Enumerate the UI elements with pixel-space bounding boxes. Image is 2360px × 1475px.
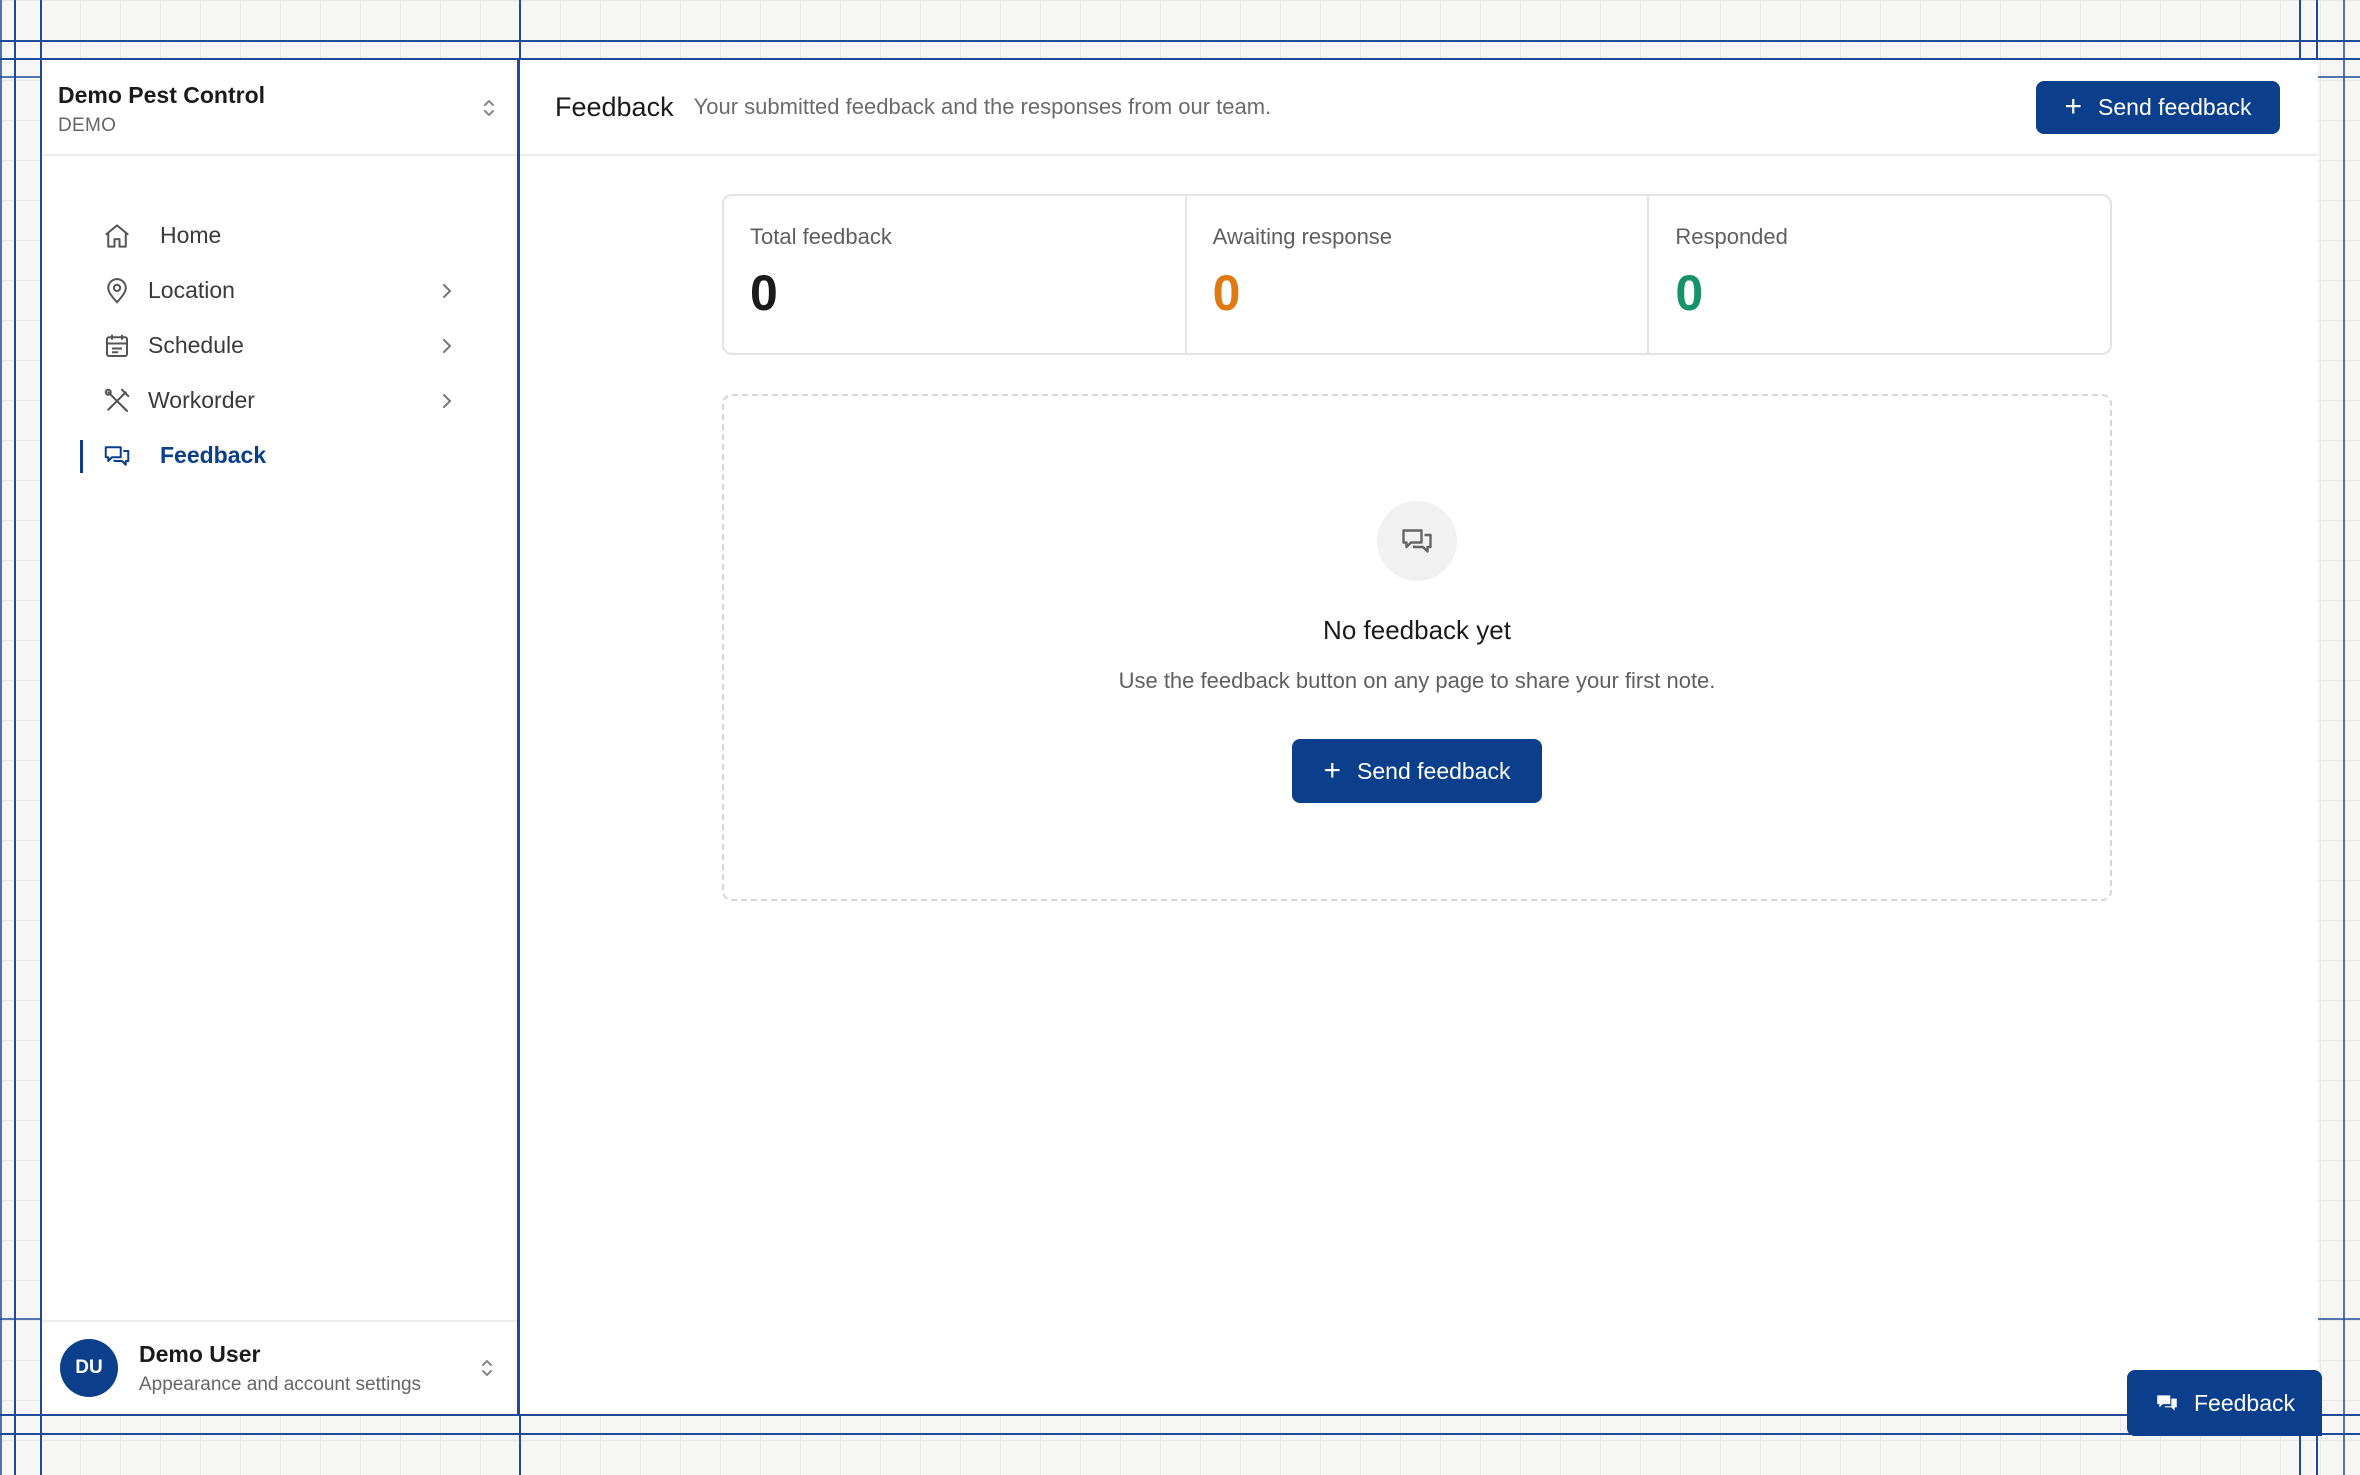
chat-bubbles-icon <box>1377 501 1457 581</box>
sidebar-item-location[interactable]: Location <box>42 263 517 318</box>
send-feedback-button[interactable]: + Send feedback <box>1292 739 1542 803</box>
sidebar-item-schedule[interactable]: Schedule <box>42 318 517 373</box>
main-content: Feedback Your submitted feedback and the… <box>520 60 2318 1414</box>
chat-bubbles-icon <box>2157 1395 2177 1411</box>
guide-line <box>14 0 16 1475</box>
home-icon <box>105 223 129 248</box>
sidebar-item-home[interactable]: Home <box>42 208 517 263</box>
guide-line <box>0 0 2 1475</box>
stat-total: Total feedback 0 <box>724 196 1187 353</box>
map-pin-icon <box>107 277 127 304</box>
stats-panel: Total feedback 0 Awaiting response 0 Res… <box>722 194 2112 355</box>
sidebar-item-label: Feedback <box>160 442 267 468</box>
org-switcher[interactable]: Demo Pest Control DEMO <box>42 60 517 156</box>
plus-icon: + <box>2064 90 2083 123</box>
stat-label: Responded <box>1675 224 1788 249</box>
sidebar: Demo Pest Control DEMO Home Location Sch… <box>42 60 520 1414</box>
user-menu[interactable]: DU Demo User Appearance and account sett… <box>42 1320 517 1414</box>
chevron-right-icon <box>443 393 452 408</box>
user-name: Demo User <box>139 1340 261 1367</box>
empty-state-title: No feedback yet <box>1323 615 1511 645</box>
sidebar-item-label: Location <box>148 277 235 303</box>
guide-line <box>0 40 2360 42</box>
stat-awaiting: Awaiting response 0 <box>1187 196 1650 353</box>
plus-icon: + <box>1323 754 1342 787</box>
empty-state-subtitle: Use the feedback button on any page to s… <box>1118 668 1716 693</box>
tools-icon <box>104 388 130 412</box>
guide-line <box>0 1433 2360 1435</box>
avatar: DU <box>60 1339 118 1397</box>
stat-label: Awaiting response <box>1212 224 1393 249</box>
user-subtitle: Appearance and account settings <box>139 1373 422 1395</box>
sidebar-item-feedback[interactable]: Feedback <box>42 428 517 483</box>
chevron-updown-icon <box>484 100 494 116</box>
stat-value: 0 <box>1212 265 1241 321</box>
sidebar-item-label: Home <box>160 222 222 248</box>
chat-bubbles-icon <box>104 445 130 466</box>
sidebar-item-label: Workorder <box>148 387 255 413</box>
empty-state: No feedback yet Use the feedback button … <box>722 394 2112 901</box>
app-window: Demo Pest Control DEMO Home Location Sch… <box>42 60 2318 1414</box>
stat-label: Total feedback <box>750 224 892 249</box>
org-text: Demo Pest Control DEMO <box>58 82 265 137</box>
send-feedback-button[interactable]: + Send feedback <box>2036 80 2280 134</box>
org-subtitle: DEMO <box>58 115 117 136</box>
stat-value: 0 <box>1675 265 1704 321</box>
send-feedback-label: Send feedback <box>1357 757 1511 784</box>
send-feedback-label: Send feedback <box>2098 93 2252 120</box>
sidebar-item-label: Schedule <box>148 332 244 358</box>
user-text: Demo User Appearance and account setting… <box>139 1341 477 1396</box>
chevron-right-icon <box>443 338 452 353</box>
sidebar-item-workorder[interactable]: Workorder <box>42 373 517 428</box>
floating-feedback-label: Feedback <box>2193 1389 2295 1416</box>
guide-line <box>2343 0 2345 1475</box>
page-header: Feedback Your submitted feedback and the… <box>520 60 2318 156</box>
page-subtitle: Your submitted feedback and the response… <box>693 94 1272 119</box>
stat-responded: Responded 0 <box>1649 196 2110 353</box>
chevron-right-icon <box>443 283 452 298</box>
page-title: Feedback <box>555 91 674 122</box>
floating-feedback-button[interactable]: Feedback <box>2127 1370 2322 1436</box>
calendar-icon <box>106 334 128 357</box>
guide-line <box>0 1414 2360 1416</box>
stat-value: 0 <box>750 265 778 321</box>
org-name: Demo Pest Control <box>58 82 266 108</box>
sidebar-nav: Home Location Schedule Workorder Feedbac… <box>42 156 517 1320</box>
chevron-updown-icon <box>482 1360 492 1376</box>
